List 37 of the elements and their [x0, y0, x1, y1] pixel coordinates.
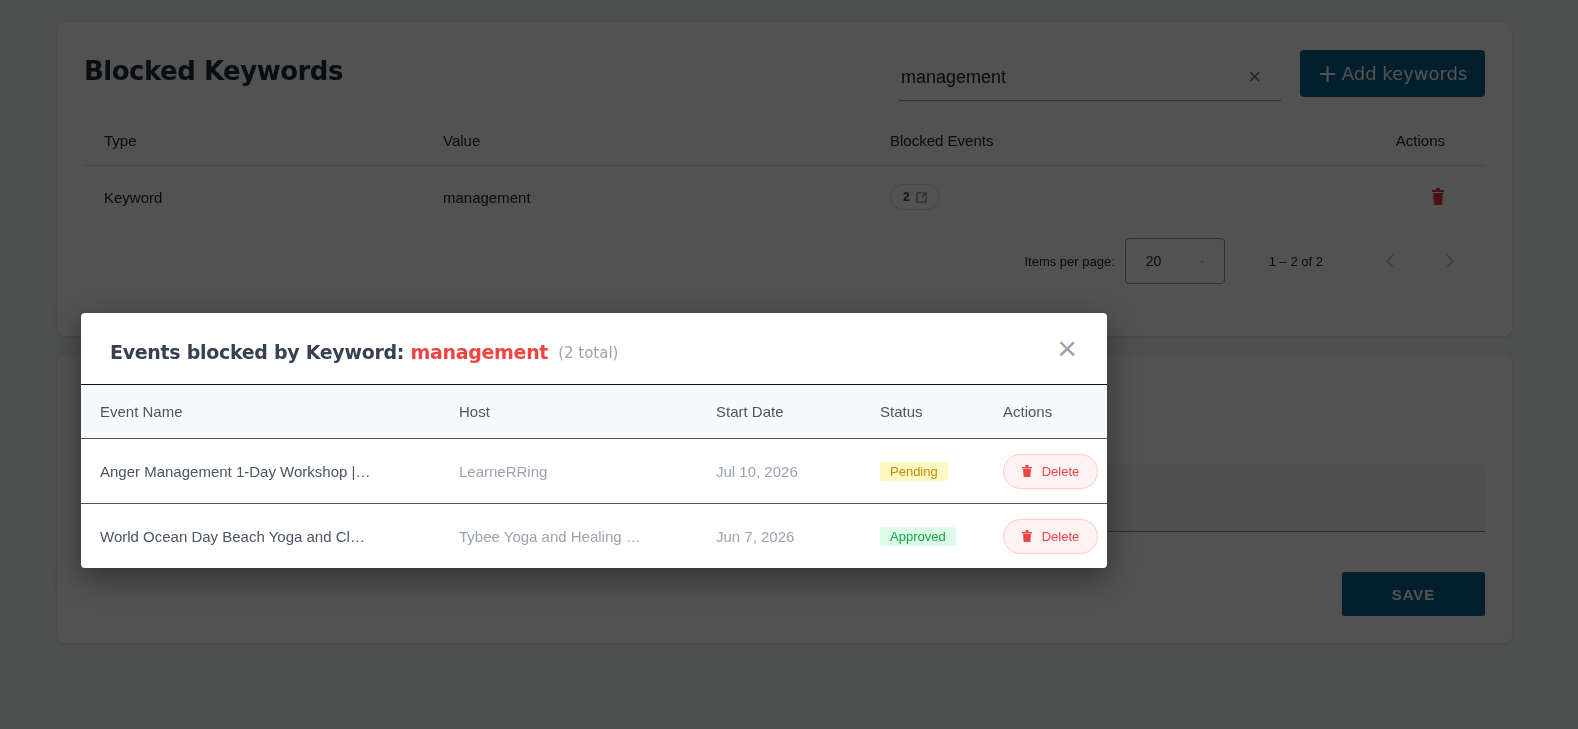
dialog-title: Events blocked by Keyword: management — [110, 340, 549, 363]
page-title: Blocked Keywords — [84, 56, 343, 86]
table-cell-text: Anger Management 1-Day Workshop |… — [100, 462, 372, 480]
close-button[interactable]: × — [1057, 331, 1077, 365]
table-cell-text: World Ocean Day Beach Yoga and Cl… — [100, 527, 366, 545]
column-header: Blocked Events — [890, 131, 995, 149]
table-cell-text: Jul 10, 2026 — [716, 462, 799, 480]
column-header: Status — [880, 403, 924, 420]
column-header: Start Date — [716, 403, 785, 420]
trash-icon — [1021, 530, 1032, 542]
trash-icon[interactable] — [1431, 186, 1445, 205]
column-header: Type — [104, 131, 138, 149]
column-header: Value — [443, 131, 482, 149]
page-range: 1 – 2 of 2 — [1268, 253, 1323, 269]
add-keywords-button[interactable]: + Add keywords — [1300, 50, 1485, 97]
search-field[interactable]: management × — [899, 54, 1281, 101]
trash-icon — [1021, 465, 1032, 477]
delete-button[interactable]: Delete — [1003, 453, 1098, 489]
table-cell-text: LearneRRing — [459, 462, 549, 480]
table-cell-text: Keyword — [104, 188, 164, 206]
total-count: (2 total) — [558, 343, 619, 362]
status-badge: Pending — [880, 461, 948, 481]
items-per-page-label: Items per page: — [1024, 253, 1115, 269]
blocked-events-chip[interactable]: 2 — [890, 184, 940, 210]
table-cell-text: Jun 7, 2026 — [716, 527, 796, 545]
delete-button[interactable]: Delete — [1003, 518, 1098, 554]
clear-icon[interactable]: × — [1248, 64, 1281, 90]
status-badge: Approved — [880, 526, 956, 546]
column-header: Event Name — [100, 403, 184, 420]
table-cell-text: Tybee Yoga and Healing … — [459, 527, 642, 545]
column-header: Actions — [1003, 403, 1054, 420]
table-cell-text: management — [443, 188, 532, 206]
save-button[interactable]: SAVE — [1342, 572, 1485, 616]
page-size-select[interactable]: 20 — [1124, 238, 1225, 284]
column-header: Actions — [1394, 131, 1446, 149]
external-link-icon — [915, 191, 927, 203]
column-header: Host — [459, 403, 491, 420]
